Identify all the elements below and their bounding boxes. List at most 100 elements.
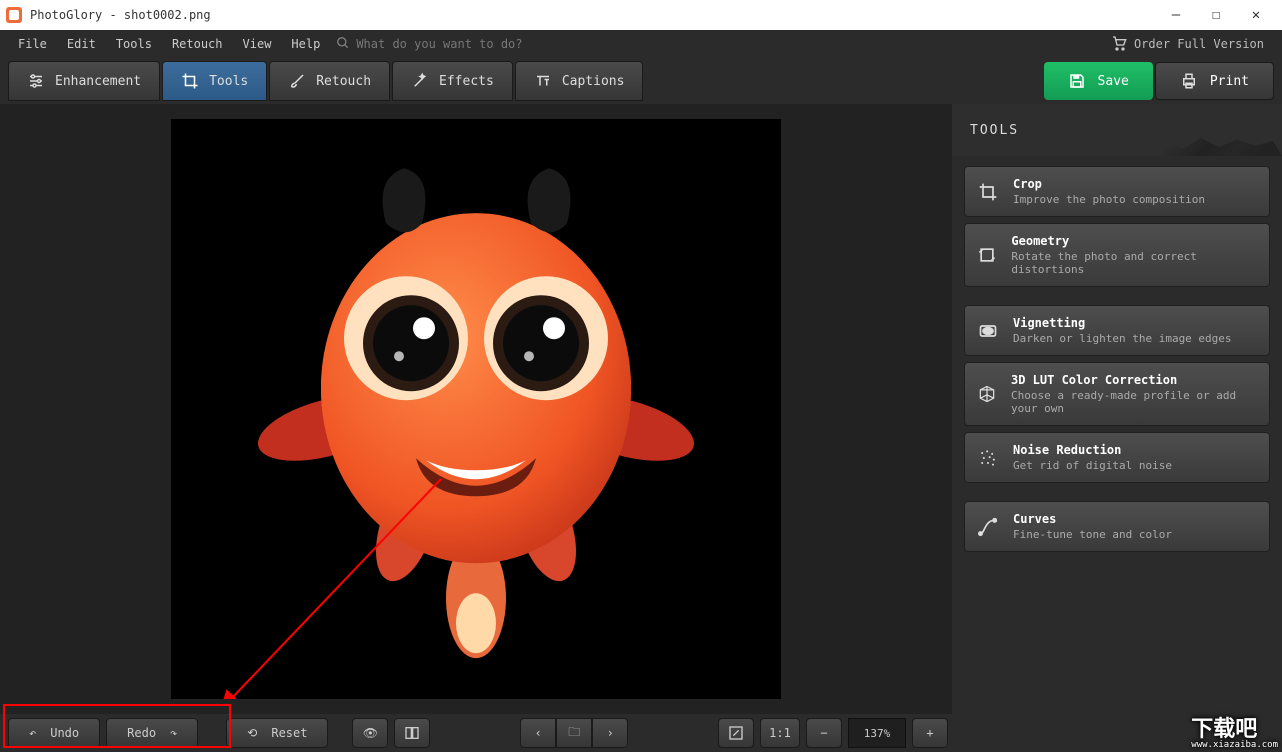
actual-size-button[interactable]: 1:1 [760, 718, 800, 748]
text-icon [534, 72, 552, 90]
lut-icon [977, 383, 997, 405]
vignette-icon [977, 320, 999, 342]
maximize-button[interactable]: ☐ [1196, 0, 1236, 30]
tool-vignetting-title: Vignetting [1013, 316, 1232, 330]
crop-icon [181, 72, 199, 90]
main-area: TOOLS CropImprove the photo composition … [0, 104, 1282, 714]
redo-icon: ↷ [170, 726, 177, 740]
folder-icon: 🗀 [568, 723, 580, 744]
brush-icon [288, 72, 306, 90]
tab-tools-label: Tools [209, 74, 248, 89]
tool-3dlut-desc: Choose a ready-made profile or add your … [1011, 389, 1257, 415]
tool-3dlut[interactable]: 3D LUT Color Correction Choose a ready-ma… [964, 362, 1270, 426]
cart-icon [1110, 35, 1128, 54]
tab-enhancement[interactable]: Enhancement [8, 61, 160, 101]
order-link-label: Order Full Version [1134, 37, 1264, 51]
photo-content [206, 128, 746, 668]
tool-noise-title: Noise Reduction [1013, 443, 1172, 457]
app-icon [6, 7, 22, 23]
watermark-text: 下载吧 [1191, 717, 1257, 742]
zoom-level[interactable]: 137% [848, 718, 906, 748]
tool-crop[interactable]: CropImprove the photo composition [964, 166, 1270, 217]
tool-noise-desc: Get rid of digital noise [1013, 459, 1172, 472]
tool-vignetting-desc: Darken or lighten the image edges [1013, 332, 1232, 345]
curves-icon [977, 516, 999, 538]
undo-label: Undo [50, 726, 79, 740]
redo-label: Redo [127, 726, 156, 740]
tool-3dlut-title: 3D LUT Color Correction [1011, 373, 1257, 387]
sliders-icon [27, 72, 45, 90]
prev-file-button[interactable]: ‹ [520, 718, 556, 748]
compare-button[interactable] [394, 718, 430, 748]
tab-effects[interactable]: Effects [392, 61, 513, 101]
reset-button[interactable]: ⟲ Reset [226, 718, 328, 748]
tool-noise-reduction[interactable]: Noise Reduction Get rid of digital noise [964, 432, 1270, 483]
tab-retouch-label: Retouch [316, 74, 371, 89]
menubar: File Edit Tools Retouch View Help What d… [0, 30, 1282, 58]
watermark-url: www.xiazaiba.com [1191, 741, 1278, 750]
menu-edit[interactable]: Edit [57, 33, 106, 55]
window-title: PhotoGlory - shot0002.png [30, 8, 1156, 22]
menu-retouch[interactable]: Retouch [162, 33, 233, 55]
minimize-button[interactable]: — [1156, 0, 1196, 30]
tool-curves-desc: Fine-tune tone and color [1013, 528, 1172, 541]
tool-curves-title: Curves [1013, 512, 1172, 526]
image-canvas [171, 119, 781, 699]
watermark: 下载吧 www.xiazaiba.com [1191, 718, 1278, 750]
save-button-label: Save [1098, 74, 1129, 89]
next-file-button[interactable]: › [592, 718, 628, 748]
fit-icon [728, 725, 744, 741]
tab-captions[interactable]: Captions [515, 61, 644, 101]
main-toolbar: Enhancement Tools Retouch Effects Captio… [0, 58, 1282, 104]
tab-effects-label: Effects [439, 74, 494, 89]
reset-label: Reset [271, 726, 307, 740]
fit-screen-button[interactable] [718, 718, 754, 748]
search-icon [336, 36, 350, 53]
undo-icon: ↶ [29, 726, 36, 740]
tool-curves[interactable]: Curves Fine-tune tone and color [964, 501, 1270, 552]
split-icon [404, 725, 420, 741]
redo-button[interactable]: Redo ↷ [106, 718, 198, 748]
tool-geometry-title: Geometry [1011, 234, 1257, 248]
tools-list: CropImprove the photo composition Geomet… [952, 156, 1282, 562]
chevron-right-icon: › [607, 726, 614, 740]
tool-geometry-desc: Rotate the photo and correct distortions [1011, 250, 1257, 276]
tab-retouch[interactable]: Retouch [269, 61, 390, 101]
zoom-in-button[interactable]: + [912, 718, 948, 748]
plus-icon: + [926, 726, 933, 740]
undo-button[interactable]: ↶ Undo [8, 718, 100, 748]
preview-button[interactable]: 👁 [352, 718, 388, 748]
minus-icon: − [820, 726, 827, 740]
menu-view[interactable]: View [233, 33, 282, 55]
search-input[interactable]: What do you want to do? [356, 37, 522, 51]
menu-help[interactable]: Help [281, 33, 330, 55]
canvas-viewport[interactable] [0, 104, 952, 714]
print-icon [1180, 72, 1198, 90]
eye-icon: 👁 [363, 726, 378, 740]
print-button-label: Print [1210, 74, 1249, 89]
titlebar: PhotoGlory - shot0002.png — ☐ ✕ [0, 0, 1282, 30]
open-folder-button[interactable]: 🗀 [556, 718, 592, 748]
bottom-toolbar: ↶ Undo Redo ↷ ⟲ Reset 👁 ‹ 🗀 › 1:1 − 137%… [0, 714, 1282, 752]
tool-geometry[interactable]: Geometry Rotate the photo and correct dis… [964, 223, 1270, 287]
tab-captions-label: Captions [562, 74, 625, 89]
tool-vignetting[interactable]: Vignetting Darken or lighten the image ed… [964, 305, 1270, 356]
tab-enhancement-label: Enhancement [55, 74, 141, 89]
order-full-version-link[interactable]: Order Full Version [1110, 35, 1274, 54]
zoom-out-button[interactable]: − [806, 718, 842, 748]
print-button[interactable]: Print [1155, 62, 1274, 100]
tool-crop-title: Crop [1013, 177, 1205, 191]
close-button[interactable]: ✕ [1236, 0, 1276, 30]
wand-icon [411, 72, 429, 90]
noise-icon [977, 447, 999, 469]
save-button[interactable]: Save [1044, 62, 1153, 100]
reset-icon: ⟲ [247, 726, 257, 740]
crop-icon [977, 181, 999, 203]
tools-panel: TOOLS CropImprove the photo composition … [952, 104, 1282, 714]
menu-file[interactable]: File [8, 33, 57, 55]
chevron-left-icon: ‹ [535, 726, 542, 740]
save-icon [1068, 72, 1086, 90]
file-nav-group: ‹ 🗀 › [520, 718, 628, 748]
menu-tools[interactable]: Tools [106, 33, 162, 55]
tab-tools[interactable]: Tools [162, 61, 267, 101]
